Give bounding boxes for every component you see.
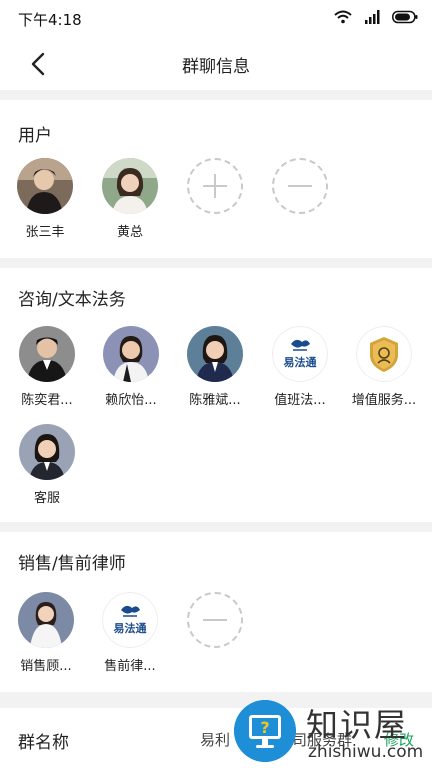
member-name: 陈雅斌...	[189, 393, 241, 408]
member-name: 值班法...	[274, 393, 326, 408]
question-monitor-icon: ?	[234, 700, 296, 762]
member-huangzong[interactable]: 黄总	[90, 158, 170, 240]
member-name: 售前律...	[104, 659, 156, 674]
member-value-added-service[interactable]: 增值服务...	[344, 326, 424, 408]
member-lawyer-1[interactable]: 陈奕君...	[7, 326, 87, 408]
avatar	[17, 158, 73, 214]
member-name: 陈奕君...	[21, 393, 73, 408]
svg-text:易法通: 易法通	[284, 355, 317, 369]
plus-icon	[187, 158, 243, 214]
minus-icon	[272, 158, 328, 214]
member-name: 增值服务...	[351, 393, 417, 408]
svg-text:易法通: 易法通	[114, 621, 147, 635]
member-zhangsanfeng[interactable]: 张三丰	[5, 158, 85, 240]
remove-sales-member-button[interactable]	[175, 592, 255, 648]
avatar	[19, 326, 75, 382]
member-name: 客服	[33, 491, 60, 506]
status-time: 下午4:18	[18, 11, 82, 29]
member-name: 赖欣怡...	[105, 393, 157, 408]
avatar	[18, 592, 74, 648]
signal-icon	[365, 10, 380, 24]
svg-text:?: ?	[260, 718, 269, 737]
users-section-title: 用户	[18, 126, 52, 146]
member-customer-service[interactable]: 客服	[7, 424, 87, 506]
remove-member-button[interactable]	[260, 158, 340, 214]
nav-bar: 群聊信息	[0, 38, 432, 90]
avatar	[103, 326, 159, 382]
add-member-button[interactable]	[175, 158, 255, 214]
watermark-name: 知识屋	[306, 706, 409, 744]
shield-icon	[356, 326, 412, 382]
status-bar: 下午4:18	[0, 0, 432, 38]
member-lawyer-3[interactable]: 陈雅斌...	[175, 326, 255, 408]
watermark: ? 知识屋 zhishiwu.com	[234, 700, 432, 768]
wifi-icon	[334, 10, 352, 24]
avatar	[102, 158, 158, 214]
member-name: 张三丰	[25, 225, 65, 240]
battery-icon	[392, 10, 418, 24]
users-section: 用户 张三丰 黄总	[0, 100, 432, 258]
consult-section-title: 咨询/文本法务	[18, 290, 126, 310]
member-name: 销售顾...	[20, 659, 72, 674]
yifatong-logo-icon: 易法通	[272, 326, 328, 382]
consult-section: 咨询/文本法务 陈奕君... 赖欣怡... 陈雅斌... 易法通 值班法... …	[0, 268, 432, 522]
avatar	[187, 326, 243, 382]
page-title: 群聊信息	[182, 57, 250, 77]
yifatong-logo-icon: 易法通	[102, 592, 158, 648]
watermark-domain: zhishiwu.com	[308, 742, 424, 762]
member-lawyer-2[interactable]: 赖欣怡...	[91, 326, 171, 408]
minus-icon	[187, 592, 243, 648]
status-icons	[334, 10, 418, 24]
group-name-label: 群名称	[18, 733, 69, 753]
member-name: 黄总	[116, 225, 143, 240]
avatar	[19, 424, 75, 480]
sales-section: 销售/售前律师 销售顾... 易法通 售前律...	[0, 532, 432, 692]
member-presales-lawyer[interactable]: 易法通 售前律...	[90, 592, 170, 674]
member-duty-lawyer[interactable]: 易法通 值班法...	[260, 326, 340, 408]
sales-section-title: 销售/售前律师	[18, 554, 126, 574]
member-sales-advisor[interactable]: 销售顾...	[6, 592, 86, 674]
